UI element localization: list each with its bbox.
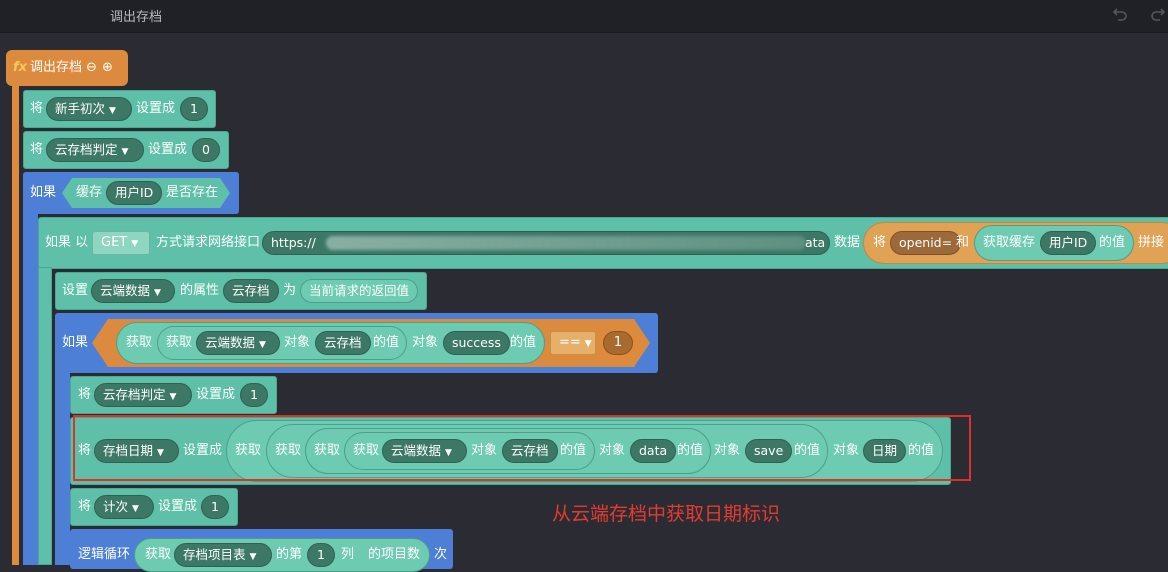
block-keyword: 是否存在 — [166, 185, 219, 200]
function-spine — [12, 84, 19, 565]
cache-key-input[interactable]: 用户ID — [106, 181, 163, 205]
highlight-box — [73, 415, 971, 481]
variable-dropdown[interactable]: 云存档判定 ▼ — [94, 383, 192, 407]
block-keyword: 缓存 — [76, 185, 103, 200]
http-block-spine — [38, 267, 52, 565]
block-keyword: 设置成 — [136, 101, 176, 116]
block-keyword: 设置成 — [148, 142, 188, 157]
block-keyword: 如果 以 — [45, 235, 89, 250]
block-keyword: 设置成 — [196, 387, 236, 402]
block-keyword: 将 — [30, 142, 44, 157]
block-keyword: 获取 — [126, 335, 153, 350]
if-block-spine — [55, 371, 70, 565]
undo-icon[interactable] — [1110, 4, 1130, 24]
property-input[interactable]: 云存档 — [315, 331, 371, 355]
table-dropdown[interactable]: 存档项目表 ▼ — [174, 543, 272, 567]
block-keyword: 获取 — [145, 547, 172, 562]
compare-value[interactable]: 1 — [603, 331, 633, 355]
request-result-value[interactable]: 当前请求的返回值 — [300, 279, 419, 303]
cache-key-input[interactable]: 用户ID — [1040, 231, 1097, 255]
redo-icon[interactable] — [1148, 4, 1168, 24]
function-name: 调出存档 — [30, 60, 83, 75]
block-keyword: 将 — [30, 101, 44, 116]
block-keyword: 次 — [434, 547, 448, 562]
top-bar: 调出存档 — [0, 0, 1168, 33]
block-keyword: 获取缓存 — [983, 235, 1036, 250]
expand-icon[interactable]: ⊕ — [102, 60, 113, 76]
loop-keyword: 逻辑循环 — [78, 547, 131, 562]
block-keyword: 获取 — [166, 335, 193, 350]
value-input[interactable]: 0 — [192, 138, 220, 162]
property-input[interactable]: 云存档 — [223, 279, 279, 303]
variable-dropdown[interactable]: 新手初次 ▼ — [46, 97, 132, 121]
if-block-spine — [23, 212, 38, 565]
block-keyword: 拼接 — [1138, 235, 1165, 250]
property-input[interactable]: success — [443, 331, 510, 355]
collapse-icon[interactable]: ⊖ — [86, 60, 97, 76]
block-keyword: 为 — [283, 283, 297, 298]
block-keyword: 将 — [78, 387, 92, 402]
block-keyword: 的值 — [373, 335, 400, 350]
annotation-text: 从云端存档中获取日期标识 — [552, 503, 781, 525]
url-prefix: https:// — [271, 235, 316, 250]
block-keyword: 列 — [341, 547, 355, 562]
operator-dropdown[interactable]: == ▼ — [550, 331, 596, 355]
column-input[interactable]: 1 — [307, 543, 335, 567]
block-keyword: 的属性 — [180, 283, 220, 298]
page-title: 调出存档 — [110, 10, 163, 25]
block-keyword: 设置 — [62, 283, 89, 298]
value-input[interactable]: 1 — [201, 495, 229, 519]
block-keyword: 对象 — [284, 335, 311, 350]
method-dropdown[interactable]: GET ▼ — [92, 231, 150, 255]
block-keyword: 方式请求网络接口 — [156, 235, 261, 250]
block-keyword: 将 — [78, 499, 92, 514]
block-keyword: 的第 — [276, 547, 303, 562]
openid-input[interactable]: openid= — [890, 231, 962, 255]
variable-dropdown[interactable]: 计次 ▼ — [94, 495, 154, 519]
url-redacted — [326, 236, 806, 250]
object-dropdown[interactable]: 云端数据 ▼ — [91, 279, 175, 303]
block-keyword: 的项目数 — [368, 547, 421, 562]
value-input[interactable]: 1 — [180, 97, 208, 121]
block-keyword: 设置成 — [158, 499, 198, 514]
url-suffix: ata — [805, 235, 826, 250]
block-keyword: 将 — [873, 235, 887, 250]
block-keyword: 数据 — [834, 235, 861, 250]
block-keyword: 的值 — [1099, 235, 1126, 250]
block-keyword: 对象 — [412, 335, 439, 350]
variable-dropdown[interactable]: 云存档判定 ▼ — [46, 138, 144, 162]
block-keyword: 和 — [956, 235, 970, 250]
fx-icon: fx — [13, 60, 28, 75]
block-keyword: 的值 — [510, 335, 537, 350]
value-input[interactable]: 1 — [240, 383, 268, 407]
object-dropdown[interactable]: 云端数据 ▼ — [196, 331, 280, 355]
if-keyword: 如果 — [62, 335, 89, 350]
if-keyword: 如果 — [30, 185, 57, 200]
